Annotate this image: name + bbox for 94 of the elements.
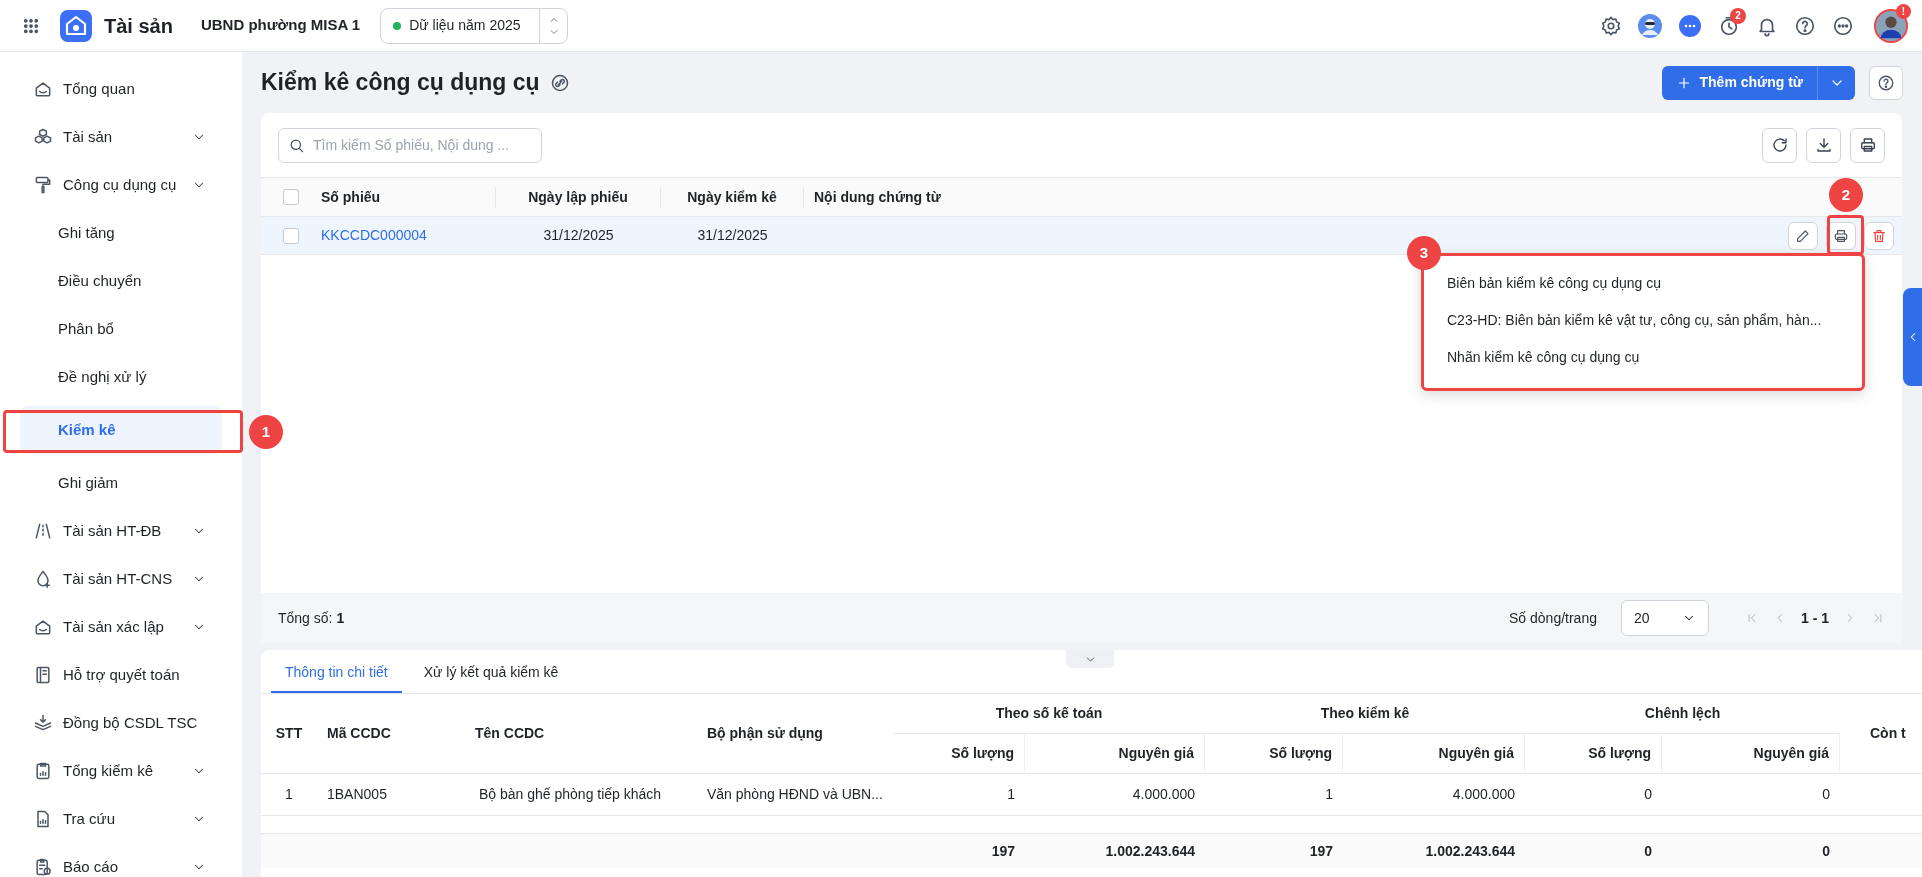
search-field[interactable]: Tìm kiếm Số phiếu, Nội dung ... (278, 127, 542, 163)
more-icon[interactable] (1832, 14, 1854, 37)
column-header: Nguyên giá (1118, 743, 1194, 763)
trash-icon (1871, 227, 1887, 244)
column-header: Ngày kiểm kê (687, 188, 777, 205)
refresh-icon (1770, 136, 1789, 154)
page-range: 1 - 1 (1801, 608, 1829, 628)
table-cell: 4.000.000 (1452, 786, 1515, 802)
sidebar-item[interactable]: Công cụ dụng cụ (20, 161, 222, 209)
help-icon[interactable] (1794, 14, 1816, 37)
organization-name: UBND phường MISA 1 (200, 15, 361, 36)
page-size-label: Số dòng/trang (1509, 608, 1597, 628)
column-header: Số lượng (951, 743, 1014, 763)
help-icon (1877, 73, 1895, 92)
table-cell: 0 (1644, 786, 1652, 802)
total-cell: 0 (1644, 842, 1652, 859)
total-cell: 0 (1822, 842, 1830, 859)
sidebar-item[interactable]: Hỗ trợ quyết toán (20, 651, 222, 699)
sidebar-item[interactable]: Tra cứu (20, 795, 222, 843)
column-header: Số lượng (1269, 743, 1332, 763)
column-header: Nguyên giá (1438, 743, 1514, 763)
printer-icon (1858, 136, 1877, 154)
sidebar-subitem[interactable]: Đề nghị xử lý (20, 353, 222, 401)
table-cell: Bộ bàn ghế phòng tiếp khách (479, 786, 662, 802)
select-all-checkbox[interactable] (283, 189, 299, 205)
page-size-select[interactable]: 20 (1621, 600, 1709, 636)
column-header: Số lượng (1588, 743, 1651, 763)
row-checkbox[interactable] (283, 227, 299, 244)
total-cell: 197 (991, 842, 1015, 859)
app-name: Tài sản (104, 13, 173, 39)
table-cell: 1BAN005 (327, 786, 387, 802)
collapse-handle[interactable] (1066, 650, 1114, 668)
house-logo-icon (60, 9, 92, 42)
side-panel-toggle[interactable] (1903, 288, 1922, 386)
print-button[interactable] (1826, 221, 1856, 250)
table-cell: 1 (285, 786, 293, 802)
column-header: STT (275, 724, 303, 743)
pencil-icon (1795, 227, 1811, 244)
table-cell: 31/12/2025 (543, 227, 614, 243)
table-cell: 31/12/2025 (697, 227, 768, 243)
settings-icon[interactable] (1600, 14, 1622, 37)
robot-avatar-icon[interactable] (1638, 13, 1662, 38)
tab[interactable]: Xử lý kết quả kiểm kê (409, 653, 573, 693)
total-cell: 197 (1309, 842, 1333, 859)
column-header: Còn t (1870, 724, 1906, 743)
column-group-header: Theo kiểm kê (1320, 703, 1410, 723)
link-icon[interactable] (549, 72, 570, 93)
sidebar-item[interactable]: Tài sản xác lập (20, 603, 222, 651)
notification-badge: 2 (1730, 7, 1746, 24)
menu-item[interactable]: Nhãn kiểm kê công cụ dụng cụ (1424, 339, 1862, 376)
column-group-header: Theo số kế toán (995, 703, 1103, 723)
sidebar-item[interactable]: Tổng kiểm kê (20, 747, 222, 795)
total-cell: 1.002.243.644 (1105, 842, 1195, 859)
total-count: Tổng số: 1 (278, 608, 345, 628)
column-header: Nguyên giá (1753, 743, 1829, 763)
refresh-button[interactable] (1762, 127, 1797, 163)
edit-button[interactable] (1788, 221, 1818, 250)
table-cell: 1 (1007, 786, 1015, 802)
table-cell: 0 (1822, 786, 1830, 802)
printer-icon (1833, 227, 1849, 244)
print-button[interactable] (1850, 127, 1885, 163)
total-cell: 1.002.243.644 (1425, 842, 1515, 859)
menu-item[interactable]: C23-HD: Biên bản kiểm kê vật tư, công cụ, sản phẩm, hàn... (1424, 302, 1862, 339)
column-header: Số phiếu (321, 188, 381, 205)
column-header: Ngày lập phiếu (528, 188, 628, 205)
sidebar-item[interactable]: Tài sản HT-ĐB (20, 507, 222, 555)
sidebar-subitem[interactable]: Ghi tăng (20, 209, 222, 257)
table-cell: Văn phòng HĐND và UBN... (707, 786, 883, 802)
column-header: Tên CCDC (475, 724, 545, 743)
table-cell: 1 (1325, 786, 1333, 802)
step-marker: 1 (249, 415, 283, 449)
table-cell: 4.000.000 (1132, 786, 1195, 802)
download-button[interactable] (1806, 127, 1841, 163)
user-avatar[interactable] (1874, 8, 1908, 43)
sidebar-subitem[interactable]: Điều chuyển (20, 257, 222, 305)
column-group-header: Chênh lệch (1644, 703, 1721, 723)
sidebar-item[interactable]: Tài sản (20, 113, 222, 161)
column-header: Nội dung chứng từ (814, 188, 941, 205)
download-icon (1814, 136, 1833, 154)
page-title: Kiểm kê công cụ dụng cụ (261, 68, 540, 98)
help-button[interactable] (1869, 65, 1903, 100)
sidebar-item[interactable]: Báo cáo (20, 843, 222, 877)
alert-badge: ! (1896, 3, 1911, 19)
column-header: Bộ phận sử dụng (707, 724, 823, 743)
apps-menu-icon[interactable] (22, 16, 40, 35)
column-header: Mã CCDC (327, 724, 391, 743)
chat-icon[interactable] (1678, 13, 1702, 38)
sidebar-subitem[interactable]: Phân bổ (20, 305, 222, 353)
sidebar-item[interactable]: Tài sản HT-CNS (20, 555, 222, 603)
sidebar-item[interactable]: Tổng quan (20, 65, 222, 113)
delete-button[interactable] (1864, 221, 1894, 250)
voucher-link[interactable]: KKCCDC000004 (321, 227, 427, 243)
sidebar-subitem[interactable]: Ghi giảm (20, 459, 222, 507)
sidebar-item[interactable]: Đồng bộ CSDL TSC (20, 699, 222, 747)
